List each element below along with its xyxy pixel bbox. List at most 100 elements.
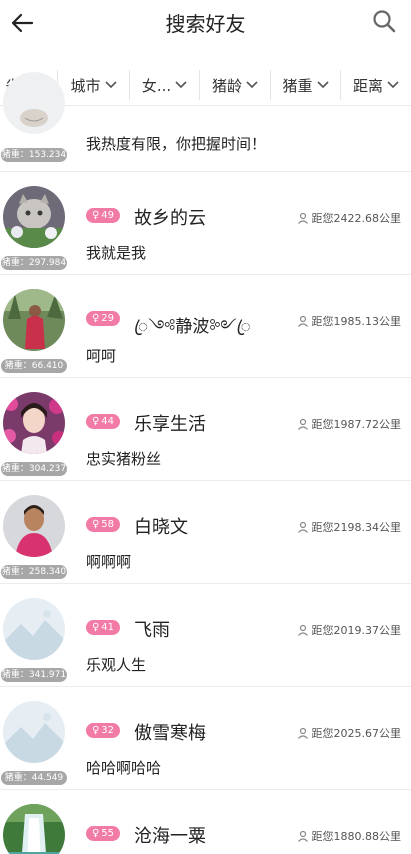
gender-icon: ♀ (91, 519, 100, 530)
distance-text: 距您2198.34公里 (311, 521, 402, 534)
avatar-image (3, 804, 65, 854)
age-value: 29 (101, 313, 115, 324)
age-badge: ♀ 29 (86, 311, 120, 326)
weight-badge: 猪重：66.410 (1, 359, 67, 373)
avatar-image (3, 598, 65, 660)
filter-pig-age[interactable]: 猪龄 (200, 70, 271, 100)
weight-badge: 猪重：44.549 (1, 771, 67, 785)
weight-badge: 猪重：153.234 (1, 148, 67, 162)
location-user-icon (297, 521, 308, 533)
avatar (3, 392, 65, 454)
distance-text: 距您1985.13公里 (311, 315, 402, 328)
age-badge: ♀ 32 (86, 723, 120, 738)
avatar (3, 804, 65, 854)
list-item[interactable]: 猪重：341.971 ♀ 41 飞雨 距您2019.37公里 乐观人生 (0, 584, 411, 687)
signature-text: 啊啊啊 (86, 553, 132, 571)
avatar-image (3, 495, 65, 557)
avatar (3, 289, 65, 351)
list-item[interactable]: 猪重：66.410 ♀ 29 ꦿ༺静波༻ꦿ 距您1985.13公里 呵呵 (0, 275, 411, 378)
location-user-icon (297, 315, 308, 327)
filter-pig-weight[interactable]: 猪重 (271, 70, 341, 100)
weight-badge: 猪重：297.984 (1, 256, 67, 270)
avatar (3, 72, 65, 134)
filter-gender[interactable]: 女... (130, 70, 200, 100)
distance-text: 距您2025.67公里 (311, 727, 402, 740)
signature-text: 忠实猪粉丝 (86, 450, 162, 468)
age-value: 49 (101, 210, 115, 221)
app-header: 搜索好友 (0, 0, 411, 46)
avatar-image (3, 72, 65, 134)
filter-label: 猪龄 (211, 76, 242, 95)
list-item[interactable]: ♀ 55 沧海一粟 距您1880.88公里 (0, 790, 411, 854)
distance-info: 距您2422.68公里 (297, 210, 402, 226)
gender-icon: ♀ (91, 622, 100, 633)
avatar-image (3, 186, 65, 248)
friend-name: 故乡的云 (134, 208, 206, 229)
avatar (3, 186, 65, 248)
friend-name: 飞雨 (134, 620, 170, 641)
distance-text: 距您1880.88公里 (311, 830, 402, 843)
avatar-image (3, 392, 65, 454)
distance-info: 距您1987.72公里 (297, 416, 402, 432)
list-item[interactable]: 猪重：297.984 ♀ 49 故乡的云 距您2422.68公里 我就是我 (0, 172, 411, 275)
gender-icon: ♀ (91, 828, 100, 839)
gender-icon: ♀ (91, 416, 100, 427)
avatar (3, 495, 65, 557)
age-badge: ♀ 55 (86, 826, 120, 841)
location-user-icon (297, 418, 308, 430)
friend-name: 白晓文 (134, 517, 188, 538)
avatar-image (3, 701, 65, 763)
weight-badge: 猪重：258.340 (1, 565, 67, 579)
search-icon[interactable] (371, 8, 397, 34)
filter-label: 城市 (70, 76, 101, 95)
friend-name: ꦿ༺静波༻ꦿ (134, 317, 251, 337)
age-badge: ♀ 41 (86, 620, 120, 635)
gender-icon: ♀ (91, 725, 100, 736)
chevron-down-icon (104, 81, 117, 89)
distance-text: 距您2422.68公里 (311, 212, 402, 225)
location-user-icon (297, 624, 308, 636)
gender-icon: ♀ (91, 210, 100, 221)
age-value: 44 (101, 416, 115, 427)
list-item[interactable]: 猪重：153.234 我热度有限，你把握时间！ (0, 72, 411, 172)
age-badge: ♀ 49 (86, 208, 120, 223)
distance-info: 距您2025.67公里 (297, 725, 402, 741)
avatar (3, 701, 65, 763)
distance-info: 距您2019.37公里 (297, 622, 402, 638)
distance-info: 距您1880.88公里 (297, 828, 402, 844)
signature-text: 我热度有限，你把握时间！ (86, 135, 267, 153)
age-value: 55 (101, 828, 115, 839)
filter-label: 女... (141, 76, 172, 95)
gender-icon: ♀ (91, 313, 100, 324)
age-badge: ♀ 44 (86, 414, 120, 429)
distance-info: 距您2198.34公里 (297, 519, 402, 535)
filter-distance[interactable]: 距离 (341, 70, 411, 100)
avatar (3, 598, 65, 660)
age-value: 32 (101, 725, 115, 736)
friend-name: 沧海一粟 (134, 826, 206, 847)
filter-label: 猪重 (282, 76, 313, 95)
weight-badge: 猪重：341.971 (1, 668, 67, 682)
distance-text: 距您1987.72公里 (311, 418, 402, 431)
signature-text: 乐观人生 (86, 656, 147, 674)
friend-name: 乐享生活 (134, 414, 206, 435)
chevron-down-icon (387, 81, 399, 89)
avatar-image (3, 289, 65, 351)
friend-name: 傲雪寒梅 (134, 723, 206, 744)
chevron-down-icon (175, 81, 187, 89)
age-value: 41 (101, 622, 115, 633)
signature-text: 哈哈啊哈哈 (86, 759, 162, 777)
location-user-icon (297, 727, 308, 739)
filter-label: 距离 (352, 76, 383, 95)
list-item[interactable]: 猪重：258.340 ♀ 58 白晓文 距您2198.34公里 啊啊啊 (0, 481, 411, 584)
filter-city[interactable]: 城市 (58, 70, 130, 100)
age-badge: ♀ 58 (86, 517, 120, 532)
age-value: 58 (101, 519, 115, 530)
list-item[interactable]: 猪重：44.549 ♀ 32 傲雪寒梅 距您2025.67公里 哈哈啊哈哈 (0, 687, 411, 790)
chevron-down-icon (316, 81, 329, 89)
location-user-icon (297, 212, 308, 224)
list-item[interactable]: 猪重：304.237 ♀ 44 乐享生活 距您1987.72公里 忠实猪粉丝 (0, 378, 411, 481)
distance-text: 距您2019.37公里 (311, 624, 402, 637)
location-user-icon (297, 830, 308, 842)
chevron-down-icon (246, 81, 258, 89)
